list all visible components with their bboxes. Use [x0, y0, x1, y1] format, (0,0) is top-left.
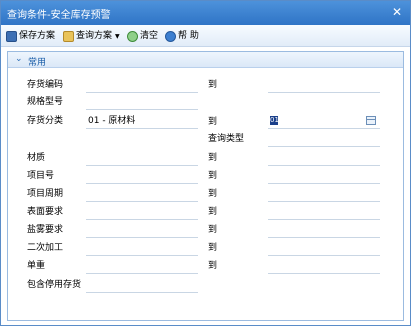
query-scheme-label: 查询方案 [76, 30, 113, 41]
salt-spray-to-input[interactable] [268, 237, 380, 238]
calendar-icon[interactable] [366, 116, 376, 125]
category-from-value: 01 - 原材料 [88, 116, 136, 126]
window-title: 查询条件-安全库存预警 [7, 10, 111, 21]
spec-input[interactable] [86, 109, 198, 110]
unit-weight-to-input[interactable] [268, 273, 380, 274]
secondary-label: 二次加工 [27, 243, 64, 253]
query-type-label: 查询类型 [208, 134, 245, 144]
help-label: 帮 助 [178, 30, 199, 41]
to-label: 到 [208, 117, 218, 127]
secondary-to-input[interactable] [268, 255, 380, 256]
item-period-label: 项目周期 [27, 189, 64, 199]
section-title: 常用 [28, 58, 47, 68]
category-to-value[interactable]: 01 [270, 116, 279, 125]
inventory-code-label: 存货编码 [27, 80, 64, 90]
category-from-input[interactable] [86, 128, 198, 129]
inventory-code-from-input[interactable] [86, 92, 198, 93]
clear-button[interactable]: 清空 [127, 29, 158, 43]
item-period-to-input[interactable] [268, 201, 380, 202]
criteria-panel: ⌄ 常用 存货编码 到 规格型号 存货分类 01 - 原材料 到 01 查询类型… [7, 51, 404, 321]
close-icon[interactable]: ✕ [392, 5, 402, 19]
to-label: 到 [208, 153, 218, 163]
folder-icon [63, 30, 74, 42]
to-label: 到 [208, 243, 218, 253]
clear-label: 清空 [140, 30, 159, 41]
save-scheme-label: 保存方案 [19, 30, 56, 41]
help-button[interactable]: 帮 助 [165, 29, 199, 43]
title-bar: 查询条件-安全库存预警 ✕ [1, 1, 410, 25]
item-period-from-input[interactable] [86, 201, 198, 202]
item-no-label: 项目号 [27, 171, 55, 181]
chevron-down-icon: ⌄ [15, 54, 23, 64]
salt-spray-from-input[interactable] [86, 237, 198, 238]
to-label: 到 [208, 207, 218, 217]
salt-spray-label: 盐雾要求 [27, 225, 64, 235]
save-scheme-button[interactable]: 保存方案 [6, 29, 55, 43]
to-label: 到 [208, 171, 218, 181]
query-type-input[interactable] [268, 146, 380, 147]
to-label: 到 [208, 80, 218, 90]
clear-icon [127, 30, 138, 42]
include-disabled-input[interactable] [86, 292, 198, 293]
material-label: 材质 [27, 153, 46, 163]
chevron-down-icon: ▼ [115, 32, 120, 40]
material-from-input[interactable] [86, 165, 198, 166]
category-to-input[interactable] [268, 128, 380, 129]
to-label: 到 [208, 189, 218, 199]
item-no-to-input[interactable] [268, 183, 380, 184]
include-disabled-label: 包含停用存货 [27, 280, 82, 290]
toolbar: 保存方案 查询方案 ▼ 清空 帮 助 [1, 25, 410, 47]
save-icon [6, 30, 17, 42]
spec-label: 规格型号 [27, 97, 64, 107]
surface-from-input[interactable] [86, 219, 198, 220]
inventory-code-to-input[interactable] [268, 92, 380, 93]
section-common-header[interactable]: ⌄ 常用 [8, 52, 403, 68]
unit-weight-from-input[interactable] [86, 273, 198, 274]
category-label: 存货分类 [27, 116, 64, 126]
secondary-from-input[interactable] [86, 255, 198, 256]
material-to-input[interactable] [268, 165, 380, 166]
to-label: 到 [208, 225, 218, 235]
surface-label: 表面要求 [27, 207, 64, 217]
help-icon [165, 30, 176, 42]
query-dialog: 查询条件-安全库存预警 ✕ 保存方案 查询方案 ▼ 清空 帮 助 ⌄ 常用 存货… [0, 0, 411, 326]
unit-weight-label: 单重 [27, 261, 46, 271]
surface-to-input[interactable] [268, 219, 380, 220]
item-no-from-input[interactable] [86, 183, 198, 184]
query-scheme-button[interactable]: 查询方案 ▼ [63, 29, 120, 43]
to-label: 到 [208, 261, 218, 271]
